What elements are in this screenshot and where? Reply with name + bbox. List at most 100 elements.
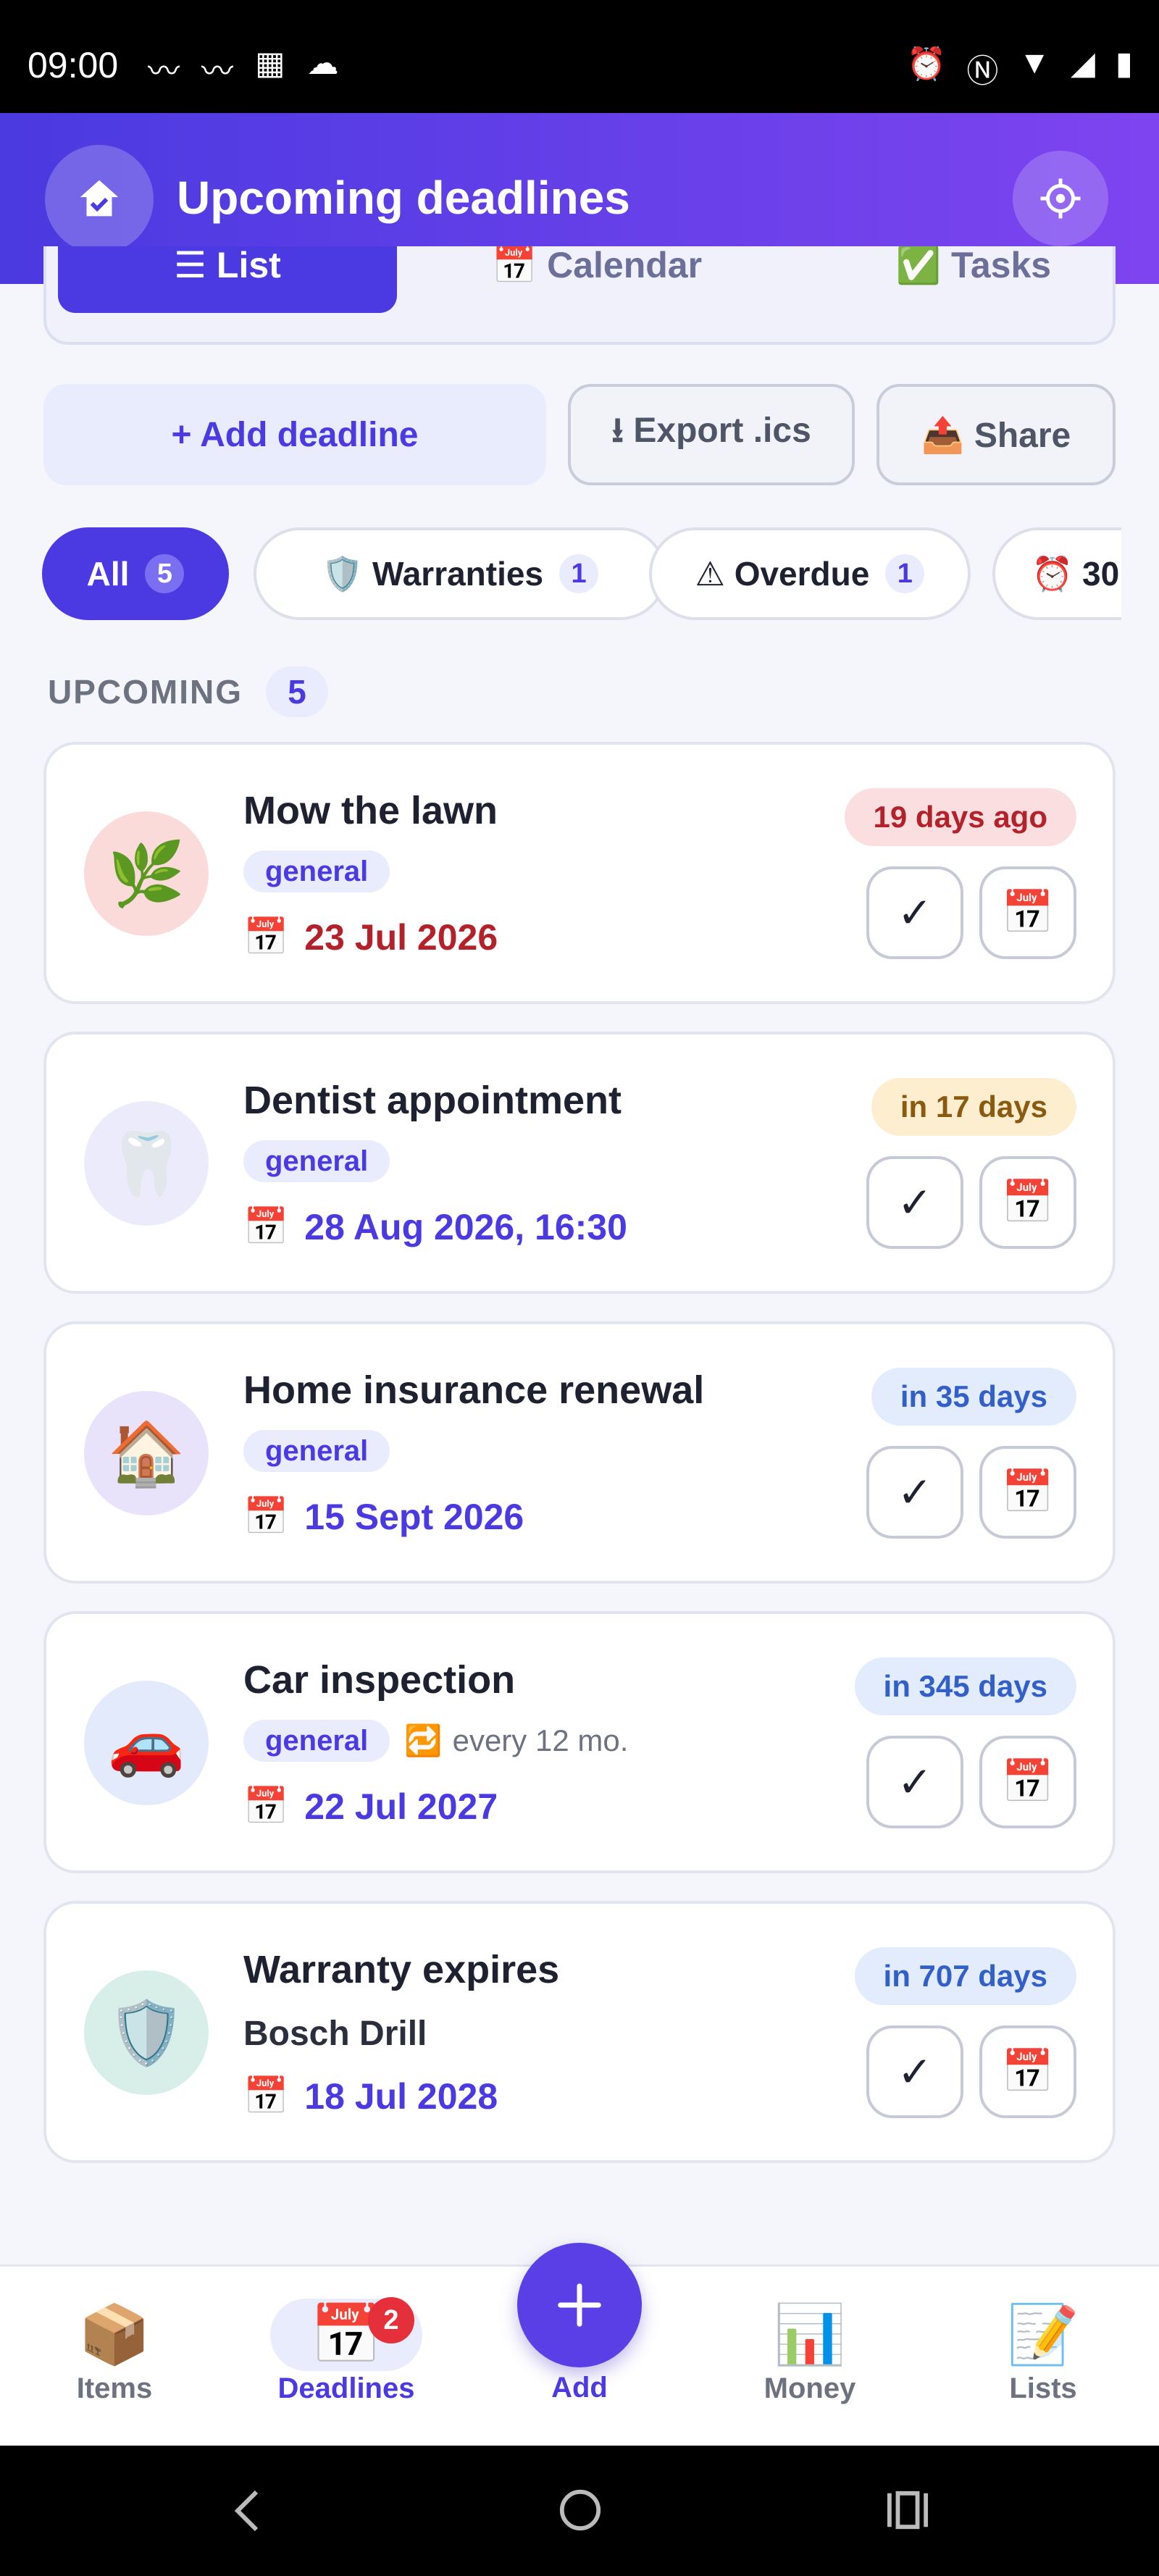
mark-done-button[interactable]: ✓ [866,2025,963,2118]
nav-deadlines[interactable]: 📅 2 Deadlines [267,2297,426,2405]
filter-label: All [86,555,130,593]
cloud-icon: ☁ [306,46,339,81]
signal-icon: ◢ [1070,46,1095,81]
notification-icon: 〰 [201,54,233,89]
card-meta: general [243,850,390,892]
view-tabs: ☰ List 📅 Calendar ✅ Tasks [43,246,1116,345]
add-to-calendar-button[interactable]: 📅 [979,2025,1076,2118]
status-time: 09:00 [28,45,119,85]
deadline-date: 📅 18 Jul 2028 [243,2075,498,2117]
category-tag: general [243,1140,390,1182]
filter-label: ⏰ 30 [1032,554,1120,593]
memo-icon: 📝 [1007,2302,1079,2367]
deadline-card[interactable]: 🏠 Home insurance renewal general 📅 15 Se… [43,1321,1116,1584]
wifi-icon: ▼ [1018,45,1050,80]
add-to-calendar-button[interactable]: 📅 [979,1736,1076,1828]
filter-all[interactable]: All 5 [42,527,229,620]
alarm-icon: ⏰ [906,46,947,82]
filter-overdue[interactable]: ⚠ Overdue 1 [649,527,971,620]
gear-icon [1040,178,1081,219]
filter-count: 1 [885,554,925,593]
category-tag: general [243,1720,390,1762]
filter-label: ⚠ Overdue [695,555,870,593]
deadline-title: Dentist appointment [243,1079,622,1122]
nav-label: Money [763,2372,856,2404]
mark-done-button[interactable]: ✓ [866,866,963,959]
nav-label: Items [76,2372,153,2404]
notification-badge: 2 [368,2297,414,2343]
tab-list[interactable]: ☰ List [58,246,397,313]
calendar-icon: ▦ [255,46,285,81]
recents-icon[interactable] [885,2489,930,2531]
settings-button[interactable] [1013,151,1108,246]
home-circle-icon[interactable] [558,2488,603,2533]
page-title: Upcoming deadlines [177,172,630,224]
due-badge: in 17 days [871,1078,1076,1136]
tab-calendar[interactable]: 📅 Calendar [452,246,742,313]
mark-done-button[interactable]: ✓ [866,1156,963,1249]
mark-done-button[interactable]: ✓ [866,1446,963,1539]
card-subtitle: Bosch Drill [243,2015,427,2053]
add-fab-button[interactable] [517,2243,642,2367]
deadline-card[interactable]: 🛡️ Warranty expires Bosch Drill 📅 18 Jul… [43,1901,1116,2163]
deadline-card[interactable]: 🚗 Car inspection general 🔁 every 12 mo. 📅… [43,1611,1116,1873]
deadline-title: Mow the lawn [243,789,498,832]
date-text: 23 Jul 2026 [304,916,498,958]
system-icons: ⏰ Ⓝ ▼ ◢ ▮ [907,45,1133,91]
add-deadline-button[interactable]: + Add deadline [43,384,546,485]
home-button[interactable] [45,145,154,254]
notification-icon: 〰 [148,54,180,89]
calendar-icon: 📅 [243,1786,289,1826]
section-heading: UPCOMING 5 [48,666,328,717]
deadline-card[interactable]: 🦷 Dentist appointment general 📅 28 Aug 2… [43,1032,1116,1294]
section-label: UPCOMING [48,673,243,711]
tab-tasks[interactable]: ✅ Tasks [843,246,1104,313]
deadline-card[interactable]: 🌿 Mow the lawn general 📅 23 Jul 2026 19 … [43,742,1116,1004]
back-icon[interactable] [230,2488,262,2534]
plus-icon [558,2283,601,2327]
share-button[interactable]: 📤 Share [876,384,1116,485]
section-count: 5 [266,666,328,717]
deadline-date: 📅 28 Aug 2026, 16:30 [243,1205,627,1248]
due-badge: in 345 days [854,1657,1076,1715]
nfc-icon: Ⓝ [966,54,999,89]
filter-count: 1 [559,554,599,593]
filter-30-days[interactable]: ⏰ 30 [992,527,1121,620]
add-to-calendar-button[interactable]: 📅 [979,1446,1076,1539]
deadline-date: 📅 23 Jul 2026 [243,916,498,958]
status-bar: 09:00 〰 〰 ▦ ☁ ⏰ Ⓝ ▼ ◢ ▮ [0,0,1159,113]
repeat-info: 🔁 every 12 mo. [404,1723,628,1759]
date-text: 22 Jul 2027 [304,1786,498,1827]
mark-done-button[interactable]: ✓ [866,1736,963,1828]
nav-money[interactable]: 📊 Money [730,2299,890,2405]
date-text: 28 Aug 2026, 16:30 [304,1206,627,1247]
nav-label: Lists [1009,2372,1077,2404]
due-badge: in 35 days [871,1368,1076,1426]
repeat-label: every 12 mo. [452,1723,629,1757]
category-tag: general [243,1430,390,1472]
date-text: 15 Sept 2026 [304,1496,524,1537]
filter-label: 🛡️ Warranties [321,554,544,593]
repeat-icon: 🔁 [404,1723,443,1757]
filter-warranties[interactable]: 🛡️ Warranties 1 [254,527,666,620]
box-icon: 📦 [78,2302,151,2367]
filter-count: 5 [145,554,185,593]
date-text: 18 Jul 2028 [304,2075,498,2117]
add-to-calendar-button[interactable]: 📅 [979,1156,1076,1249]
battery-icon: ▮ [1115,46,1133,81]
deadline-icon: 🏠 [84,1391,209,1515]
deadline-icon: 🦷 [84,1101,209,1226]
nav-lists[interactable]: 📝 Lists [963,2299,1123,2405]
deadline-icon: 🛡️ [84,1970,209,2095]
export-ics-button[interactable]: ⭳ Export .ics [568,384,855,485]
deadline-title: Warranty expires [243,1948,560,1991]
add-to-calendar-button[interactable]: 📅 [979,866,1076,959]
nav-items[interactable]: 📦 Items [35,2299,194,2405]
deadline-icon: 🚗 [84,1681,209,1805]
calendar-icon: 📅 [243,2075,289,2116]
nav-add-label: Add [551,2372,608,2404]
chart-icon: 📊 [774,2302,846,2367]
deadline-title: Car inspection [243,1658,516,1702]
deadline-date: 📅 15 Sept 2026 [243,1495,524,1538]
card-meta: general [243,1430,390,1472]
